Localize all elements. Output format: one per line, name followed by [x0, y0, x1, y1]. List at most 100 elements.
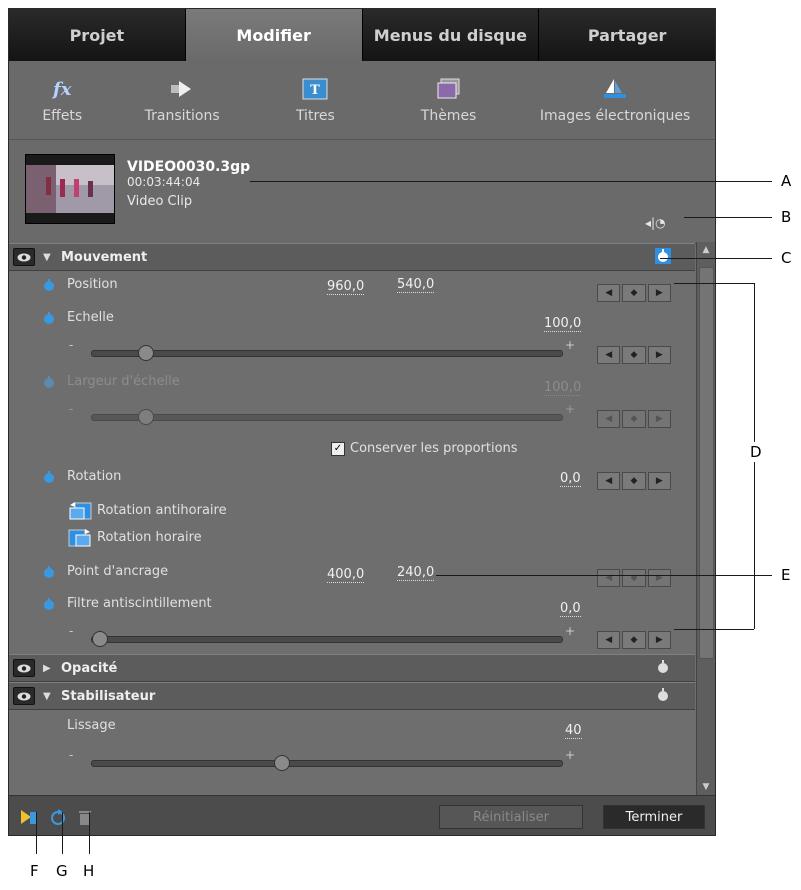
opacity-section-header[interactable]: ▶ Opacité [9, 654, 695, 682]
position-y-value[interactable]: 540,0 [397, 277, 435, 293]
titles-label: Titres [295, 108, 335, 124]
visibility-eye-icon[interactable] [13, 659, 35, 677]
anchor-x-value[interactable]: 400,0 [327, 567, 365, 583]
next-keyframe-button[interactable]: ▶ [647, 569, 671, 587]
effects-button[interactable]: fx Effets [9, 61, 116, 139]
scroll-down-icon[interactable]: ▼ [697, 779, 715, 795]
smoothing-value[interactable]: 40 [565, 723, 582, 739]
collapse-triangle-icon[interactable]: ▼ [43, 691, 55, 702]
trash-icon[interactable] [77, 808, 93, 826]
collapse-triangle-icon[interactable]: ▼ [43, 252, 55, 263]
rotation-value[interactable]: 0,0 [560, 471, 581, 487]
scale-width-keyframe-nav: ◀ ◆ ▶ [597, 410, 671, 428]
transitions-button[interactable]: Transitions [116, 61, 249, 139]
smoothing-slider-thumb[interactable] [274, 755, 291, 771]
add-keyframe-button[interactable]: ◆ [622, 631, 646, 649]
next-keyframe-button: ▶ [647, 410, 671, 428]
prev-keyframe-button[interactable]: ◀ [597, 346, 621, 364]
clip-duration: 00:03:44:04 [127, 175, 201, 189]
tab-projet[interactable]: Projet [9, 9, 186, 61]
tab-partager[interactable]: Partager [539, 9, 715, 61]
stopwatch-icon: ◔ [655, 216, 666, 230]
position-stopwatch-icon[interactable] [43, 279, 55, 292]
callout-line-c [660, 258, 772, 259]
flicker-slider-thumb[interactable] [92, 631, 108, 647]
opacity-section-title: Opacité [61, 660, 118, 676]
titles-button[interactable]: T Titres [249, 61, 382, 139]
disc-images-button[interactable]: Images électroniques [515, 61, 715, 139]
visibility-eye-icon[interactable] [13, 687, 35, 705]
reset-cycle-icon[interactable] [49, 808, 67, 826]
rotation-stopwatch-icon[interactable] [43, 471, 55, 484]
tab-modifier[interactable]: Modifier [185, 9, 363, 61]
add-keyframe-button[interactable]: ◆ [622, 346, 646, 364]
rotate-cw-button[interactable]: Rotation horaire [67, 526, 202, 548]
scale-width-stopwatch-icon [44, 376, 54, 388]
rotate-ccw-button[interactable]: Rotation antihoraire [67, 499, 227, 521]
next-keyframe-button[interactable]: ▶ [647, 346, 671, 364]
callout-b: B [781, 208, 792, 226]
next-keyframe-button[interactable]: ▶ [647, 284, 671, 302]
anchor-y-value[interactable]: 240,0 [397, 565, 435, 581]
title-icon: T [302, 76, 328, 102]
expand-triangle-icon[interactable]: ▶ [43, 663, 55, 674]
themes-button[interactable]: Thèmes [382, 61, 515, 139]
scale-stopwatch-icon[interactable] [43, 312, 55, 325]
stabilizer-section-header[interactable]: ▼ Stabilisateur [9, 682, 695, 710]
scale-slider-thumb[interactable] [137, 345, 154, 361]
rotate-cw-icon [68, 529, 91, 547]
next-keyframe-button[interactable]: ▶ [647, 631, 671, 649]
prev-keyframe-button[interactable]: ◀ [597, 284, 621, 302]
anchor-label: Point d'ancrage [67, 564, 169, 579]
callout-e: E [781, 566, 791, 584]
motion-section-header[interactable]: ▼ Mouvement [9, 243, 695, 271]
scale-width-slider-thumb [137, 409, 154, 425]
callout-line-a [250, 181, 772, 182]
flicker-slider[interactable] [91, 631, 563, 647]
flicker-stopwatch-icon[interactable] [43, 598, 55, 611]
effects-panel: Projet Modifier Menus du disque Partager… [8, 8, 716, 836]
stabilizer-stopwatch-icon[interactable] [655, 687, 671, 707]
callout-g: G [56, 862, 68, 880]
flicker-value[interactable]: 0,0 [560, 601, 581, 617]
rotation-label: Rotation [67, 469, 122, 484]
position-keyframe-nav: ◀ ◆ ▶ [597, 284, 671, 302]
flicker-plus: + [565, 624, 576, 638]
anchor-stopwatch-icon[interactable] [43, 566, 55, 579]
callout-line-b [684, 217, 772, 218]
stabilizer-section-title: Stabilisateur [61, 688, 156, 704]
prev-keyframe-button[interactable]: ◀ [597, 631, 621, 649]
keep-ratio-checkbox[interactable]: ✓ [331, 441, 345, 456]
position-x-value[interactable]: 960,0 [327, 279, 365, 295]
keyframe-toggle-button[interactable]: ◂|◔ [645, 216, 666, 230]
callout-d: D [748, 442, 764, 462]
transitions-label: Transitions [144, 108, 220, 124]
scale-label: Echelle [67, 310, 114, 325]
scale-width-plus: + [565, 402, 576, 416]
effects-label: Effets [42, 108, 83, 124]
callout-line-f [36, 812, 37, 854]
prev-keyframe-button[interactable]: ◀ [597, 472, 621, 490]
flicker-label: Filtre antiscintillement [67, 596, 212, 611]
tab-bar: Projet Modifier Menus du disque Partager [9, 9, 715, 61]
scroll-up-icon[interactable]: ▲ [697, 242, 715, 258]
scale-value[interactable]: 100,0 [544, 316, 582, 332]
anchor-keyframe-nav: ◀ ◆ ▶ [597, 569, 671, 587]
smoothing-slider[interactable] [91, 755, 563, 771]
scale-width-value: 100,0 [544, 380, 582, 396]
add-keyframe-button[interactable]: ◆ [622, 472, 646, 490]
scale-slider[interactable] [91, 345, 563, 361]
scale-width-slider [91, 409, 563, 425]
add-keyframe-button[interactable]: ◆ [622, 284, 646, 302]
reset-button[interactable]: Réinitialiser [439, 805, 583, 829]
opacity-stopwatch-icon[interactable] [655, 659, 671, 679]
visibility-eye-icon[interactable] [13, 248, 35, 266]
prev-keyframe-button[interactable]: ◀ [597, 569, 621, 587]
tab-menus-disque[interactable]: Menus du disque [362, 9, 540, 61]
fx-icon: fx [53, 78, 72, 100]
next-keyframe-button[interactable]: ▶ [647, 472, 671, 490]
vertical-scrollbar[interactable]: ▲ ▼ [696, 242, 715, 795]
scroll-thumb[interactable] [699, 267, 714, 659]
done-button[interactable]: Terminer [603, 805, 705, 829]
add-keyframe-button[interactable]: ◆ [622, 569, 646, 587]
